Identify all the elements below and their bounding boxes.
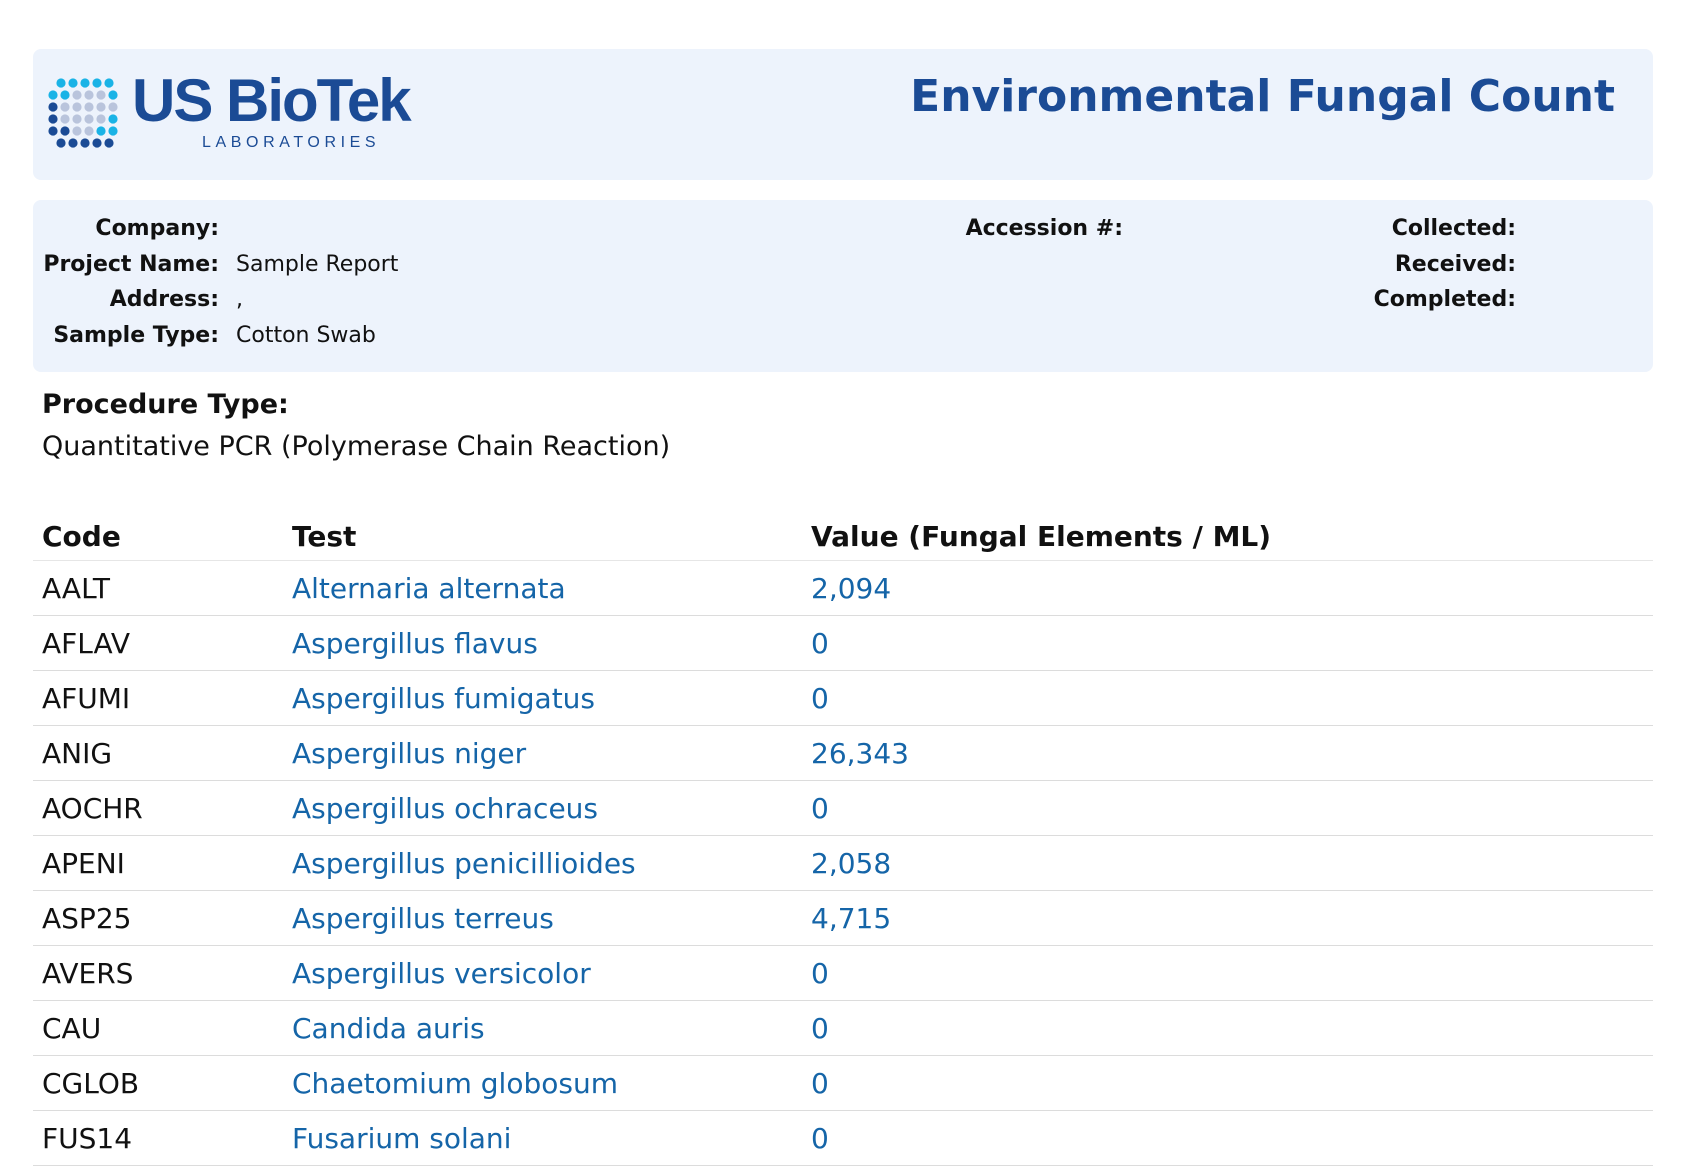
report-title: Environmental Fungal Count: [910, 71, 1615, 122]
row-value-link[interactable]: 2,058: [811, 847, 1653, 880]
row-code: CGLOB: [42, 1066, 140, 1100]
table-row: AFLAV Aspergillus flavus 0: [33, 616, 1653, 671]
results-table: Code Test Value (Fungal Elements / ML) A…: [33, 512, 1653, 1166]
received-label: Received:: [1394, 252, 1516, 277]
row-test-link[interactable]: Fusarium solani: [292, 1122, 811, 1155]
row-test-link[interactable]: Aspergillus ochraceus: [292, 792, 811, 825]
address-label: Address:: [109, 287, 219, 312]
completed-label: Completed:: [1373, 287, 1516, 312]
row-test-link[interactable]: Aspergillus penicillioides: [292, 847, 811, 880]
row-value-link[interactable]: 0: [811, 792, 1653, 825]
row-code: FUS14: [42, 1121, 133, 1155]
sample-type-value: Cotton Swab: [236, 323, 376, 348]
row-value-link[interactable]: 0: [811, 1012, 1653, 1045]
table-row: ANIG Aspergillus niger 26,343: [33, 726, 1653, 781]
row-code: ASP25: [42, 901, 132, 935]
row-test-link[interactable]: Candida auris: [292, 1012, 811, 1045]
row-test-link[interactable]: Aspergillus versicolor: [292, 957, 811, 990]
address-value: ,: [236, 287, 243, 312]
table-row: AOCHR Aspergillus ochraceus 0: [33, 781, 1653, 836]
table-row: AFUMI Aspergillus fumigatus 0: [33, 671, 1653, 726]
row-code: AVERS: [42, 956, 134, 990]
sample-info-panel: Company: Project Name: Sample Report Add…: [33, 200, 1653, 372]
row-code: APENI: [42, 846, 125, 880]
header-test: Test: [292, 519, 357, 553]
table-row: APENI Aspergillus penicillioides 2,058: [33, 836, 1653, 891]
header-value: Value (Fungal Elements / ML): [811, 519, 1272, 553]
row-code: AFUMI: [42, 681, 131, 715]
company-label: Company:: [95, 216, 219, 241]
table-row: ASP25 Aspergillus terreus 4,715: [33, 891, 1653, 946]
project-value: Sample Report: [236, 252, 399, 277]
row-test-link[interactable]: Alternaria alternata: [292, 572, 811, 605]
row-value-link[interactable]: 26,343: [811, 737, 1653, 770]
row-value-link[interactable]: 2,094: [811, 572, 1653, 605]
row-value-link[interactable]: 0: [811, 957, 1653, 990]
table-row: FUS14 Fusarium solani 0: [33, 1111, 1653, 1166]
row-code: CAU: [42, 1011, 102, 1045]
table-row: CGLOB Chaetomium globosum 0: [33, 1056, 1653, 1111]
table-row: AVERS Aspergillus versicolor 0: [33, 946, 1653, 1001]
row-test-link[interactable]: Chaetomium globosum: [292, 1067, 811, 1100]
row-test-link[interactable]: Aspergillus fumigatus: [292, 682, 811, 715]
row-value-link[interactable]: 0: [811, 1122, 1653, 1155]
row-test-link[interactable]: Aspergillus flavus: [292, 627, 811, 660]
row-value-link[interactable]: 0: [811, 627, 1653, 660]
header-code: Code: [42, 519, 121, 553]
logo-wordmark: US BioTek: [132, 67, 412, 134]
logo-subtitle: LABORATORIES: [202, 134, 381, 151]
row-value-link[interactable]: 0: [811, 1067, 1653, 1100]
procedure-section: Procedure Type: Quantitative PCR (Polyme…: [42, 385, 670, 469]
row-code: AALT: [42, 571, 110, 605]
row-code: AOCHR: [42, 791, 143, 825]
logo-dots-icon: [48, 78, 118, 148]
procedure-type-value: Quantitative PCR (Polymerase Chain React…: [42, 431, 671, 462]
procedure-type-label: Procedure Type:: [42, 389, 289, 420]
row-test-link[interactable]: Aspergillus terreus: [292, 902, 811, 935]
table-row: CAU Candida auris 0: [33, 1001, 1653, 1056]
report-header: US BioTek LABORATORIES Environmental Fun…: [33, 49, 1653, 180]
row-test-link[interactable]: Aspergillus niger: [292, 737, 811, 770]
results-table-header: Code Test Value (Fungal Elements / ML): [33, 512, 1653, 561]
table-row: AALT Alternaria alternata 2,094: [33, 561, 1653, 616]
collected-label: Collected:: [1391, 216, 1516, 241]
row-value-link[interactable]: 4,715: [811, 902, 1653, 935]
sample-type-label: Sample Type:: [53, 323, 219, 348]
row-code: AFLAV: [42, 626, 131, 660]
row-code: ANIG: [42, 736, 113, 770]
row-value-link[interactable]: 0: [811, 682, 1653, 715]
accession-label: Accession #:: [965, 216, 1123, 241]
project-label: Project Name:: [43, 252, 219, 277]
